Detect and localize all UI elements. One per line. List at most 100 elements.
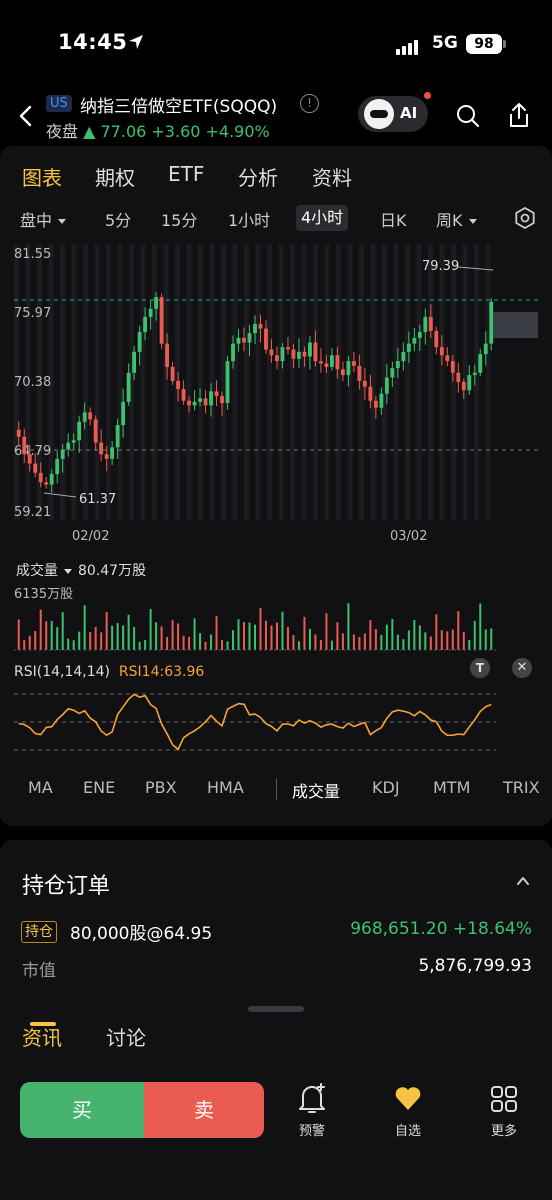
candle-body (423, 316, 428, 333)
volume-bar (352, 634, 355, 650)
position-title: 持仓订单 (22, 874, 111, 899)
candle-body (313, 342, 318, 362)
volume-bar (473, 620, 476, 650)
candle-body (467, 375, 472, 391)
volume-bar (17, 619, 20, 650)
session-label: 夜盘 (46, 122, 79, 141)
volume-bar (363, 633, 366, 650)
buy-button[interactable]: 买 (20, 1082, 144, 1138)
sell-button[interactable]: 卖 (144, 1082, 264, 1138)
volume-bar (94, 627, 97, 650)
volume-title: 成交量 (16, 563, 58, 579)
volume-bar (39, 609, 42, 650)
back-arrow-icon[interactable] (16, 104, 36, 128)
volume-bar (385, 624, 388, 650)
indicator-mtm[interactable]: MTM (433, 778, 470, 797)
candle-body (115, 425, 120, 448)
low-label: 61.37 (79, 492, 116, 507)
network-type: 5G (432, 33, 458, 53)
chart-stripe (140, 244, 146, 520)
close-icon[interactable]: ✕ (512, 658, 532, 678)
volume-bar (286, 627, 289, 650)
candle-body (472, 372, 477, 376)
candle-body (275, 355, 279, 362)
candle-body (253, 323, 257, 334)
ai-button[interactable]: AI (358, 96, 428, 132)
status-bar: 14:45 5G 98 (0, 0, 552, 88)
volume-bar (319, 640, 322, 650)
candle-body (170, 366, 175, 381)
current-price-marker (493, 312, 538, 338)
indicator-info-icon[interactable]: T (470, 658, 490, 678)
volume-bar (254, 624, 256, 650)
candle-body (428, 316, 433, 331)
candle-body (368, 386, 373, 401)
indicator-ma[interactable]: MA (28, 778, 53, 797)
candle-body (439, 347, 444, 356)
chart-stripe (451, 244, 456, 520)
indicator-kdj[interactable]: KDJ (372, 778, 400, 797)
volume-bar (34, 631, 37, 650)
candle-body (324, 363, 329, 367)
chart-stripe (117, 244, 123, 520)
y-tick: 81.55 (14, 247, 51, 262)
share-icon[interactable] (507, 102, 531, 128)
volume-bar (45, 621, 48, 650)
volume-bar (155, 622, 158, 650)
volume-bar (67, 638, 70, 650)
indicator-hma[interactable]: HMA (207, 778, 244, 797)
volume-bar (484, 629, 487, 650)
market-value: 5,876,799.93 (418, 956, 532, 976)
candle-body (461, 382, 466, 391)
tab-news[interactable]: 资讯 (22, 1022, 62, 1051)
candle-body (55, 458, 60, 475)
chart-stripe (221, 244, 226, 520)
alert-button[interactable]: 预警 (282, 1082, 342, 1142)
volume-bar (133, 626, 136, 650)
chart-stripe (324, 244, 330, 520)
tab-discussion[interactable]: 讨论 (106, 1022, 146, 1051)
volume-bar (440, 630, 443, 650)
indicator-volume[interactable]: 成交量 (292, 778, 340, 802)
volume-bar (127, 614, 130, 650)
candle-body (154, 297, 159, 309)
candle-body (165, 343, 170, 367)
chevron-up-icon[interactable] (516, 874, 530, 888)
volume-bar (116, 623, 119, 650)
price-subline: 夜盘 ▲ 77.06 +3.60 +4.90% (46, 118, 270, 142)
volume-bar (424, 632, 427, 650)
watchlist-label: 自选 (394, 1124, 421, 1139)
watchlist-button[interactable]: 自选 (378, 1082, 438, 1142)
volume-bar (28, 635, 31, 650)
x-tick: 03/02 (390, 529, 427, 544)
volume-bar (23, 640, 26, 650)
chart-stripe (278, 244, 284, 520)
candle-body (401, 351, 406, 362)
drag-handle[interactable] (248, 1006, 304, 1012)
volume-bar (215, 616, 218, 650)
candle-body (82, 412, 87, 422)
volume-bar (297, 641, 300, 650)
indicator-ene[interactable]: ENE (83, 778, 115, 797)
candle-body (291, 349, 296, 359)
candles (16, 292, 494, 493)
indicator-trix[interactable]: TRIX (503, 778, 540, 797)
more-button[interactable]: 更多 (474, 1082, 534, 1142)
candle-body (214, 391, 219, 397)
candle-body (406, 343, 411, 352)
info-icon[interactable]: ! (300, 94, 319, 113)
search-icon[interactable] (456, 104, 480, 128)
volume-label[interactable]: 成交量 80.47万股 (16, 560, 146, 580)
volume-bar (462, 631, 465, 650)
ai-robot-icon (364, 99, 394, 129)
candle-body (49, 474, 54, 485)
chart-stripe (232, 244, 238, 520)
indicator-pbx[interactable]: PBX (145, 778, 177, 797)
ai-label: AI (400, 104, 418, 122)
volume-bar (264, 620, 267, 650)
volume-bar (330, 640, 333, 650)
candle-body (38, 472, 43, 483)
candle-body (384, 377, 389, 394)
candle-body (176, 380, 181, 390)
volume-bar (308, 628, 311, 650)
